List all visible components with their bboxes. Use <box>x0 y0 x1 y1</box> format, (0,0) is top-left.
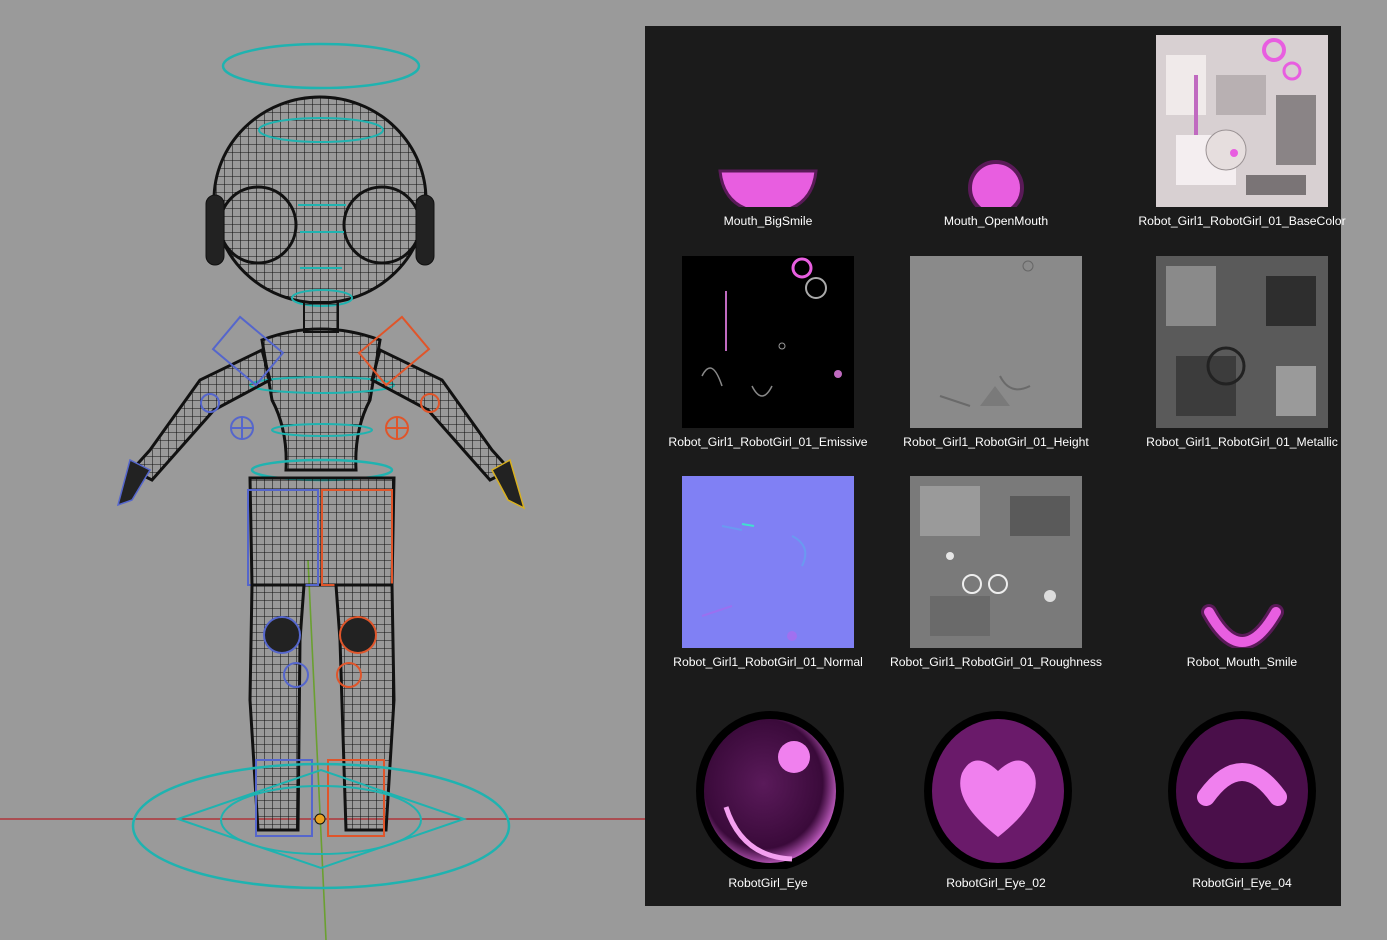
texture-label: RobotGirl_Eye_02 <box>946 876 1046 890</box>
mouth-bigsmile-thumbnail <box>682 35 854 207</box>
texture-label: Mouth_BigSmile <box>723 214 813 228</box>
eye-thumbnail <box>682 697 854 869</box>
texture-item-eye[interactable]: RobotGirl_Eye <box>645 688 891 903</box>
texture-item-mouth-bigsmile[interactable]: Mouth_BigSmile <box>645 26 891 241</box>
metallic-texture-thumbnail <box>1156 256 1328 428</box>
texture-item-eye-02[interactable]: RobotGirl_Eye_02 <box>873 688 1119 903</box>
texture-item-emissive[interactable]: Robot_Girl1_RobotGirl_01_Emissive <box>645 247 891 462</box>
texture-item-mouth-smile[interactable]: Robot_Mouth_Smile <box>1119 467 1365 682</box>
texture-label: RobotGirl_Eye <box>728 876 808 890</box>
texture-item-metallic[interactable]: Robot_Girl1_RobotGirl_01_Metallic <box>1119 247 1365 462</box>
y-axis-line <box>307 559 327 940</box>
eye-arc-thumbnail <box>1156 697 1328 869</box>
texture-item-mouth-openmouth[interactable]: Mouth_OpenMouth <box>873 26 1119 241</box>
texture-label: Robot_Girl1_RobotGirl_01_BaseColor <box>1138 214 1346 228</box>
viewport-3d[interactable] <box>0 0 645 940</box>
texture-item-roughness[interactable]: Robot_Girl1_RobotGirl_01_Roughness <box>873 467 1119 682</box>
texture-label: Robot_Mouth_Smile <box>1186 655 1298 669</box>
texture-browser-panel: Mouth_BigSmile Mouth_OpenMouth Robot_Gir… <box>645 26 1346 906</box>
texture-label: Robot_Girl1_RobotGirl_01_Normal <box>673 655 863 669</box>
texture-label: Robot_Girl1_RobotGirl_01_Roughness <box>889 655 1103 669</box>
texture-item-height[interactable]: Robot_Girl1_RobotGirl_01_Height <box>873 247 1119 462</box>
normal-texture-thumbnail <box>682 476 854 648</box>
eye-heart-thumbnail <box>910 697 1082 869</box>
basecolor-texture-thumbnail <box>1156 35 1328 207</box>
mouth-openmouth-thumbnail <box>910 35 1082 207</box>
height-texture-thumbnail <box>910 256 1082 428</box>
roughness-texture-thumbnail <box>910 476 1082 648</box>
texture-label: Robot_Girl1_RobotGirl_01_Emissive <box>668 435 868 449</box>
texture-label: Mouth_OpenMouth <box>943 214 1049 228</box>
character-wireframe <box>0 42 645 940</box>
texture-label: Robot_Girl1_RobotGirl_01_Height <box>903 435 1089 449</box>
texture-label: RobotGirl_Eye_04 <box>1192 876 1292 890</box>
texture-item-normal[interactable]: Robot_Girl1_RobotGirl_01_Normal <box>645 467 891 682</box>
mouth-smile-thumbnail <box>1156 476 1328 648</box>
texture-label: Robot_Girl1_RobotGirl_01_Metallic <box>1146 435 1338 449</box>
texture-item-basecolor[interactable]: Robot_Girl1_RobotGirl_01_BaseColor <box>1119 26 1365 241</box>
emissive-texture-thumbnail <box>682 256 854 428</box>
texture-item-eye-04[interactable]: RobotGirl_Eye_04 <box>1119 688 1365 903</box>
halo-control[interactable] <box>221 42 421 90</box>
